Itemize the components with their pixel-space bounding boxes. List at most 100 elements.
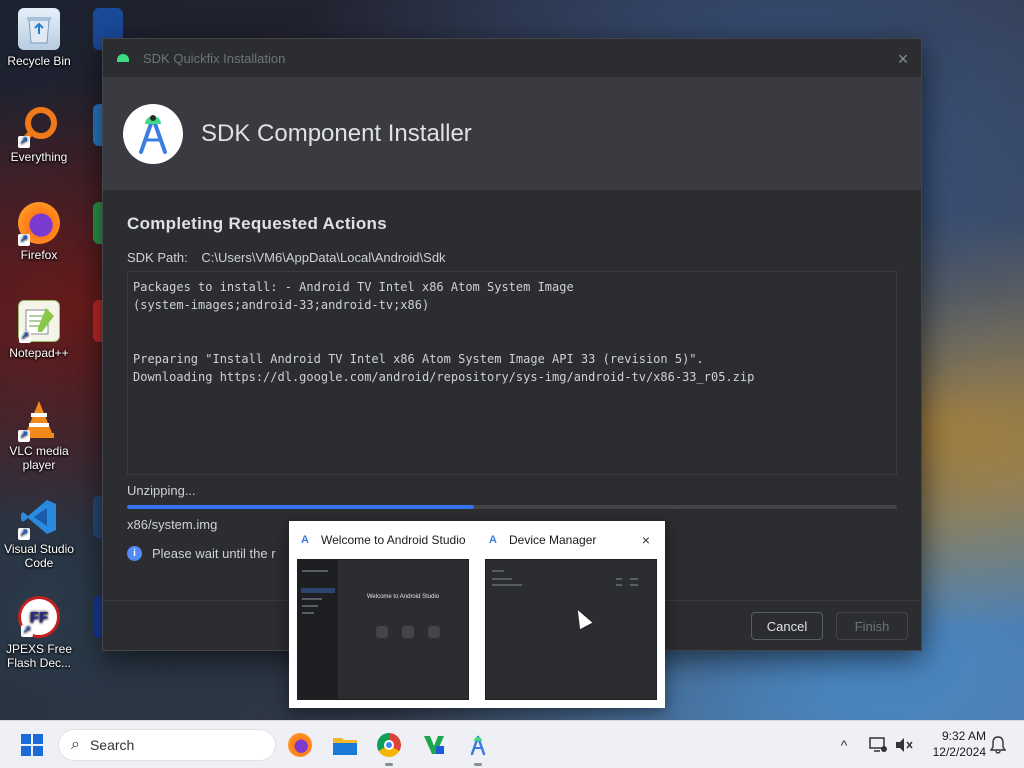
shortcut-arrow-icon: ↗ <box>21 625 33 637</box>
folder-icon <box>333 738 357 755</box>
preview-button <box>428 626 440 638</box>
search-icon: ⌕ <box>71 736 80 753</box>
preview-line <box>616 584 622 586</box>
sdk-path-value: C:\Users\VM6\AppData\Local\Android\Sdk <box>201 250 446 265</box>
taskbar-veeam[interactable] <box>418 729 450 761</box>
chrome-icon <box>377 733 401 757</box>
notepad-plus-plus-icon: ↗ <box>18 300 60 343</box>
shortcut-arrow-icon: ↗ <box>18 136 30 148</box>
volume-muted-icon <box>896 738 913 752</box>
desktop-icon-label: Recycle Bin <box>7 54 71 68</box>
status-text: Unzipping... <box>127 483 196 498</box>
preview-line <box>302 598 322 600</box>
sdk-path: SDK Path: C:\Users\VM6\AppData\Local\And… <box>127 250 897 265</box>
taskbar-chrome[interactable] <box>373 729 405 766</box>
thumbnail-title-bar: A Welcome to Android Studio <box>299 531 467 549</box>
desktop-icon-label: Firefox <box>20 248 58 262</box>
android-studio-icon: A <box>489 534 497 546</box>
thumbnail-title: Welcome to Android Studio <box>321 533 466 547</box>
tray-volume[interactable] <box>888 729 920 761</box>
taskbar-thumbnail-popup: A Welcome to Android Studio Welcome to A… <box>289 521 665 708</box>
preview-line <box>616 578 622 580</box>
firefox-icon <box>288 733 312 757</box>
android-studio-icon: A <box>301 534 309 546</box>
network-icon <box>869 737 887 752</box>
app-icon <box>424 736 444 754</box>
preview-line <box>302 570 328 572</box>
desktop-icon-label: Everything <box>10 150 68 164</box>
thumbnail-preview <box>485 559 657 700</box>
desktop-icon-firefox[interactable]: ↗ Firefox <box>0 202 78 262</box>
preview-line <box>302 605 318 607</box>
desktop-icon-notepad-plus-plus[interactable]: ↗ Notepad++ <box>0 300 78 360</box>
preview-button <box>402 626 414 638</box>
progress-bar <box>127 505 897 509</box>
window-title: SDK Quickfix Installation <box>143 50 286 66</box>
window-title-bar[interactable]: SDK Quickfix Installation <box>103 39 921 77</box>
thumbnail-preview: Welcome to Android Studio <box>297 559 469 700</box>
vscode-icon: ↗ <box>18 496 60 540</box>
preview-heading: Welcome to Android Studio <box>366 594 440 600</box>
android-studio-icon <box>470 735 486 756</box>
android-logo-icon <box>117 54 129 62</box>
thumbnail-title-bar: A Device Manager × <box>487 531 655 549</box>
shortcut-arrow-icon: ↗ <box>18 430 30 442</box>
preview-button <box>376 626 388 638</box>
desktop-icon-jpexs[interactable]: FF ↗ JPEXS Free Flash Dec... <box>0 596 78 670</box>
bell-icon <box>990 736 1006 754</box>
progress-fill <box>127 505 474 509</box>
firefox-icon: ↗ <box>18 202 60 246</box>
desktop-icon-label: Notepad++ <box>9 346 69 360</box>
desktop-icon-label: Visual Studio Code <box>4 542 74 570</box>
desktop-icon-vlc[interactable]: ↗ VLC media player <box>0 398 78 472</box>
thumbnail-close-button[interactable]: × <box>637 531 655 549</box>
tray-overflow-button[interactable]: ^ <box>828 729 860 761</box>
taskbar: ⌕ Search ^ 9:32 AM 12/2/2024 <box>0 720 1024 768</box>
section-title: Completing Requested Actions <box>127 214 387 233</box>
clock-date: 12/2/2024 <box>932 745 986 759</box>
install-log[interactable]: Packages to install: - Android TV Intel … <box>127 271 897 475</box>
thumbnail-welcome[interactable]: A Welcome to Android Studio Welcome to A… <box>289 521 477 708</box>
taskbar-file-explorer[interactable] <box>329 729 361 761</box>
cancel-button[interactable]: Cancel <box>751 612 823 640</box>
recycle-bin-icon <box>18 8 60 50</box>
finish-button[interactable]: Finish <box>836 612 908 640</box>
thumbnail-title: Device Manager <box>509 533 597 547</box>
vlc-icon: ↗ <box>18 398 60 442</box>
desktop-icon-label: VLC media player <box>9 444 69 472</box>
everything-search-icon: ↗ <box>18 104 60 148</box>
log-line: (system-images;android-33;android-tv;x86… <box>133 298 430 312</box>
window-close-button[interactable]: × <box>893 49 913 69</box>
info-text: Please wait until the r <box>152 546 276 561</box>
installer-header: SDK Component Installer <box>103 77 921 190</box>
log-line: Packages to install: - Android TV Intel … <box>133 280 574 294</box>
preview-selected-item <box>301 588 335 593</box>
preview-line <box>492 584 522 586</box>
start-button[interactable] <box>16 729 48 761</box>
preview-line <box>492 570 504 572</box>
taskbar-android-studio[interactable] <box>462 729 494 766</box>
taskbar-search[interactable]: ⌕ Search <box>58 729 276 761</box>
preview-sidebar <box>298 560 338 699</box>
jpexs-icon: FF ↗ <box>18 596 60 638</box>
windows-logo-icon <box>21 734 43 756</box>
notifications-button[interactable] <box>982 729 1014 761</box>
thumbnail-device-manager[interactable]: A Device Manager × <box>477 521 665 708</box>
preview-line <box>492 578 512 580</box>
android-studio-logo-icon <box>123 103 183 164</box>
log-line: Downloading https://dl.google.com/androi… <box>133 370 755 384</box>
tray-clock[interactable]: 9:32 AM 12/2/2024 <box>933 728 986 760</box>
taskbar-firefox[interactable] <box>284 729 316 761</box>
sdk-path-label: SDK Path: <box>127 250 188 265</box>
shortcut-arrow-icon: ↗ <box>19 331 31 343</box>
search-placeholder: Search <box>89 737 135 753</box>
log-line: Preparing "Install Android TV Intel x86 … <box>133 352 704 366</box>
preview-line <box>630 578 638 580</box>
header-title: SDK Component Installer <box>201 119 472 147</box>
desktop-icon-recycle-bin[interactable]: Recycle Bin <box>0 8 78 68</box>
preview-line <box>302 612 314 614</box>
desktop-icon-vscode[interactable]: ↗ Visual Studio Code <box>0 496 78 570</box>
shortcut-arrow-icon: ↗ <box>18 528 30 540</box>
desktop-icon-everything[interactable]: ↗ Everything <box>0 104 78 164</box>
shortcut-arrow-icon: ↗ <box>18 234 30 246</box>
